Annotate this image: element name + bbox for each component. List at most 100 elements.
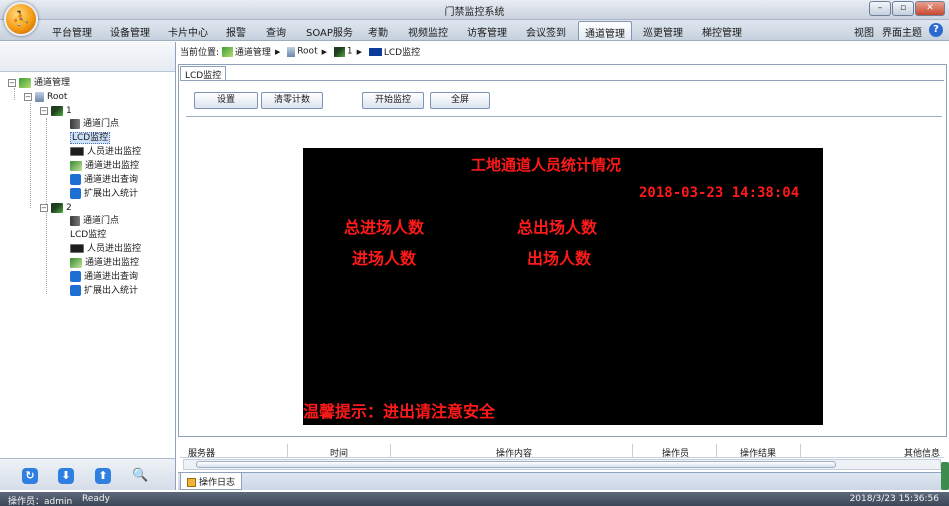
refresh-icon[interactable]: ↻ <box>22 468 38 484</box>
log-horizontal-scrollbar[interactable] <box>183 459 941 470</box>
log-col-result[interactable]: 操作结果 <box>740 446 776 459</box>
tree-node-person-monitor[interactable]: 人员进出监控 <box>70 243 141 256</box>
menu-query[interactable]: 查询 <box>266 24 286 39</box>
channel-icon <box>19 77 31 88</box>
group-icon <box>51 202 63 213</box>
door-icon <box>70 118 80 129</box>
tab-operation-log[interactable]: 操作日志 <box>180 473 243 490</box>
log-tab-bar <box>178 472 947 490</box>
window-controls: – ▫ ✕ <box>868 1 945 16</box>
menu-view[interactable]: 视图 <box>854 24 874 39</box>
server-icon <box>287 46 296 57</box>
lcd-datetime: 2018-03-23 14:38:04 <box>639 185 800 201</box>
collapse-icon[interactable]: − <box>24 92 32 101</box>
tree-node-extended-stats[interactable]: 扩展出入统计 <box>70 188 138 201</box>
tree-node-channel-mgmt[interactable]: − 通道管理 <box>8 77 70 90</box>
menu-platform[interactable]: 平台管理 <box>52 24 92 39</box>
tree-node-lcd[interactable]: LCD监控 <box>70 132 387 289</box>
collapse-icon[interactable]: − <box>40 106 48 115</box>
status-state: Ready <box>82 494 110 504</box>
breadcrumb-item[interactable]: Root <box>297 47 317 57</box>
lcd-total-out-label: 总出场人数 <box>517 218 598 237</box>
maximize-button[interactable]: ▫ <box>892 1 914 16</box>
log-col-time[interactable]: 时间 <box>330 446 348 459</box>
menu-channel[interactable]: 通道管理 <box>578 21 632 40</box>
search-icon[interactable]: 🔍 <box>132 468 148 484</box>
menu-theme[interactable]: 界面主题 <box>882 24 922 39</box>
log-col-other[interactable]: 其他信息 <box>904 446 940 459</box>
status-bar: 操作员：admin Ready 2018/3/23 15:36:56 <box>0 492 949 506</box>
lcd-total-in-label: 总进场人数 <box>344 218 425 237</box>
scrollbar-thumb[interactable] <box>196 461 836 468</box>
tree-node-channel-monitor[interactable]: 通道进出监控 <box>70 257 139 270</box>
resize-grip[interactable] <box>941 462 949 490</box>
menu-device[interactable]: 设备管理 <box>110 24 150 39</box>
menu-attendance[interactable]: 考勤 <box>368 24 388 39</box>
tree-node-door[interactable]: 通道门点 <box>70 118 119 131</box>
tree-node-channel-query[interactable]: 通道进出查询 <box>70 271 138 284</box>
app-menu-orb[interactable]: ⛹ <box>4 2 38 36</box>
menu-alarm[interactable]: 报警 <box>226 24 246 39</box>
log-col-server[interactable]: 服务器 <box>188 446 215 459</box>
search-icon <box>70 285 81 296</box>
monitor-icon <box>70 147 84 156</box>
breadcrumb-prefix: 当前位置: <box>180 48 220 58</box>
server-icon <box>35 91 44 102</box>
lcd-out-label: 出场人数 <box>527 249 592 268</box>
move-down-icon[interactable]: ⬇ <box>58 468 74 484</box>
toolbar-divider <box>186 116 942 117</box>
group-icon <box>51 105 63 116</box>
search-icon <box>70 271 81 282</box>
channel-monitor-icon <box>70 257 82 268</box>
reset-count-button[interactable]: 清零计数 <box>261 92 323 109</box>
menu-meeting[interactable]: 会议签到 <box>526 24 566 39</box>
fullscreen-button[interactable]: 全屏 <box>430 92 490 109</box>
channel-monitor-icon <box>70 160 82 171</box>
lcd-icon <box>368 47 382 56</box>
lcd-in-label: 进场人数 <box>352 249 417 268</box>
menu-card-center[interactable]: 卡片中心 <box>168 24 208 39</box>
minimize-button[interactable]: – <box>869 1 891 16</box>
search-icon <box>70 188 81 199</box>
door-icon <box>70 215 80 226</box>
breadcrumb-item[interactable]: LCD监控 <box>384 48 420 58</box>
title-bar: 门禁监控系统 – ▫ ✕ <box>0 0 949 20</box>
menu-video[interactable]: 视频监控 <box>408 24 448 39</box>
tree-node-group-1[interactable]: −1 <box>40 105 72 118</box>
collapse-icon[interactable]: − <box>40 203 48 212</box>
menu-soap[interactable]: SOAP服务 <box>306 24 353 39</box>
settings-button[interactable]: 设置 <box>194 92 258 109</box>
breadcrumb-item[interactable]: 1 <box>347 47 353 57</box>
move-up-icon[interactable]: ⬆ <box>95 468 111 484</box>
tree-node-lcd[interactable]: LCD监控 <box>70 229 387 386</box>
status-operator: 操作员：admin <box>8 497 73 506</box>
breadcrumb: 当前位置: 通道管理 ▶ Root ▶ 1 ▶ LCD监控 <box>180 46 421 58</box>
tree-node-extended-stats[interactable]: 扩展出入统计 <box>70 285 138 298</box>
tree-node-person-monitor[interactable]: 人员进出监控 <box>70 146 141 159</box>
tab-lcd-monitor[interactable]: LCD监控 <box>180 66 227 81</box>
log-col-content[interactable]: 操作内容 <box>496 446 532 459</box>
log-col-operator[interactable]: 操作员 <box>662 446 689 459</box>
app-logo-icon: ⛹ <box>12 11 30 27</box>
window-title: 门禁监控系统 <box>444 7 505 18</box>
tree-node-door[interactable]: 通道门点 <box>70 215 119 228</box>
group-icon <box>333 46 345 57</box>
tree-node-group-2[interactable]: −2 <box>40 202 72 215</box>
lcd-display: 工地通道人员统计情况 2018-03-23 14:38:04 总进场人数 总出场… <box>303 148 823 425</box>
menu-patrol[interactable]: 巡更管理 <box>643 24 683 39</box>
breadcrumb-item[interactable]: 通道管理 <box>235 48 271 58</box>
collapse-icon[interactable]: − <box>8 78 16 87</box>
menu-bar: 平台管理 设备管理 卡片中心 报警 查询 SOAP服务 考勤 视频监控 访客管理… <box>0 20 949 41</box>
panel-header <box>0 42 175 72</box>
log-table-header: 服务器 时间 操作内容 操作员 操作结果 其他信息 <box>180 446 944 459</box>
close-button[interactable]: ✕ <box>915 1 945 16</box>
start-monitor-button[interactable]: 开始监控 <box>362 92 424 109</box>
tree-node-channel-monitor[interactable]: 通道进出监控 <box>70 160 139 173</box>
lcd-safety-tip: 温馨提示：进出请注意安全 <box>303 402 496 421</box>
tree-node-channel-query[interactable]: 通道进出查询 <box>70 174 138 187</box>
tree-toolbar: ↻ ⬇ ⬆ 🔍 <box>0 458 176 490</box>
tree-node-root[interactable]: − Root <box>24 91 67 104</box>
menu-elevator[interactable]: 梯控管理 <box>702 24 742 39</box>
help-icon[interactable]: ? <box>929 23 943 37</box>
menu-visitor[interactable]: 访客管理 <box>467 24 507 39</box>
